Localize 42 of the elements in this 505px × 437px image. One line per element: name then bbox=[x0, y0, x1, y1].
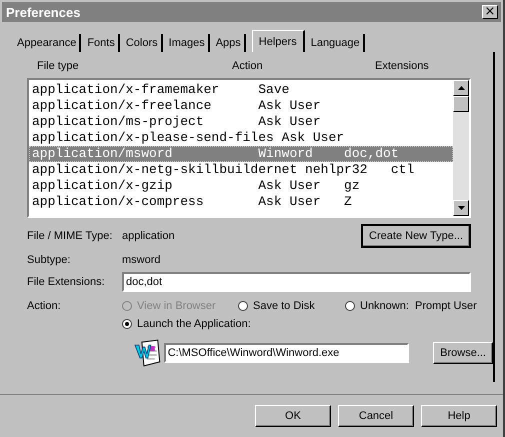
list-row[interactable]: application/ms-project Ask User bbox=[29, 114, 453, 130]
list-row[interactable]: application/x-gzip Ask User gz bbox=[29, 178, 453, 194]
subtype-value: msword bbox=[122, 254, 162, 266]
field-label: File / MIME Type: bbox=[27, 230, 114, 242]
radio-button[interactable] bbox=[238, 301, 248, 311]
list-row[interactable]: application/x-compress Ask User Z bbox=[29, 194, 453, 210]
down-arrow-icon bbox=[458, 206, 464, 210]
dialog-button[interactable]: Cancel bbox=[338, 405, 414, 427]
field-label: File Extensions: bbox=[27, 276, 106, 288]
scrollbar[interactable] bbox=[453, 80, 469, 216]
scroll-down-button[interactable] bbox=[453, 200, 469, 216]
list-row[interactable]: application/x-freelance Ask User bbox=[29, 98, 453, 114]
radio-option[interactable]: Unknown: Prompt User bbox=[345, 300, 477, 312]
mime-type-value: application bbox=[122, 230, 176, 242]
column-header: Extensions bbox=[375, 60, 429, 72]
browse-button[interactable]: Browse... bbox=[433, 342, 493, 364]
application-path-field[interactable]: C:\MSOffice\Winword\Winword.exe bbox=[164, 343, 410, 363]
dialog-button[interactable]: Help bbox=[421, 405, 497, 427]
field-label: Subtype: bbox=[27, 254, 72, 266]
list-row[interactable]: application/x-netg-skillbuildernet nehlpr32 ctl bbox=[29, 162, 453, 178]
column-header: File type bbox=[37, 60, 79, 72]
field-label: Action: bbox=[27, 300, 62, 314]
list-row[interactable]: application/x-please-send-files Ask User bbox=[29, 130, 453, 146]
up-arrow-icon bbox=[458, 86, 464, 90]
tab[interactable]: Apps bbox=[212, 34, 246, 52]
tab[interactable]: Appearance bbox=[14, 34, 82, 52]
list-row[interactable]: application/x-framemaker Save bbox=[29, 82, 453, 98]
extensions-field[interactable]: doc,dot bbox=[122, 272, 471, 292]
radio-button[interactable] bbox=[345, 301, 355, 311]
list-row[interactable]: application/msword Winword doc,dot bbox=[29, 146, 453, 162]
radio-option[interactable]: Launch the Application: bbox=[122, 318, 477, 330]
radio-option[interactable]: Save to Disk bbox=[238, 300, 345, 312]
column-header: Action bbox=[232, 60, 263, 72]
tab[interactable]: Helpers bbox=[252, 30, 305, 52]
scroll-up-button[interactable] bbox=[453, 80, 469, 96]
window-title: Preferences bbox=[6, 4, 80, 20]
dialog-button[interactable]: OK bbox=[255, 405, 331, 427]
scroll-thumb[interactable] bbox=[453, 96, 469, 112]
create-new-type-button[interactable]: Create New Type... bbox=[361, 224, 471, 248]
radio-button[interactable] bbox=[122, 319, 132, 329]
word-document-icon bbox=[134, 338, 162, 368]
close-button[interactable]: × bbox=[482, 5, 498, 19]
